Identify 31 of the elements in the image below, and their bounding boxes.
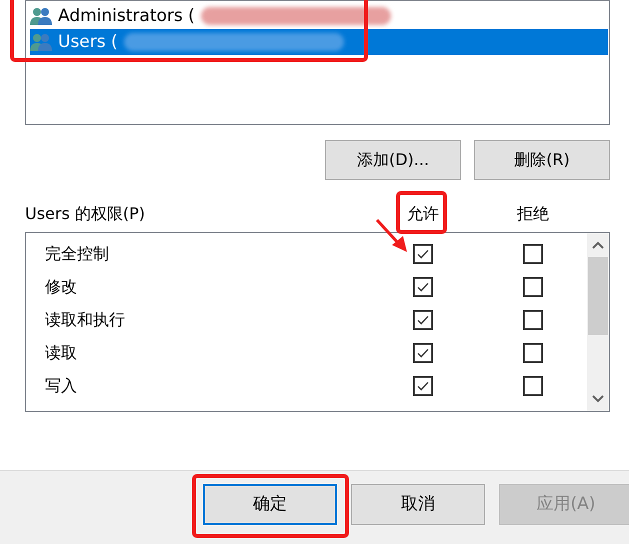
dialog-button[interactable]: 添加(D)... <box>325 140 461 180</box>
list-item[interactable]: Users ( <box>56 29 120 55</box>
dialog-button[interactable]: 取消 <box>351 484 485 525</box>
user-list[interactable]: Administrators ( Users ( <box>25 0 610 125</box>
checkbox[interactable] <box>523 342 543 362</box>
checkbox[interactable] <box>413 342 433 362</box>
checkbox[interactable] <box>523 276 543 296</box>
checkbox[interactable] <box>523 310 543 330</box>
checkbox[interactable] <box>523 244 543 264</box>
users-icon <box>30 6 52 26</box>
list-item[interactable]: Administrators ( <box>56 3 197 29</box>
highlight-frame <box>396 191 447 234</box>
permission-name: 读取 <box>44 342 78 364</box>
permission-name: 读取和执行 <box>44 308 126 330</box>
checkbox[interactable] <box>413 244 433 264</box>
permission-name: 修改 <box>44 276 78 298</box>
permissions-label: Users 的权限(P) <box>25 203 146 225</box>
permission-name: 写入 <box>44 374 78 396</box>
checkbox[interactable] <box>413 310 433 330</box>
column-header: 拒绝 <box>517 203 549 225</box>
dialog-button[interactable]: 删除(R) <box>474 140 610 180</box>
checkbox[interactable] <box>523 376 543 396</box>
column-header: 允许 <box>407 203 439 225</box>
checkbox[interactable] <box>413 276 433 296</box>
users-icon <box>30 32 52 52</box>
scrollbar[interactable] <box>587 233 609 411</box>
permission-name: 完全控制 <box>44 242 110 264</box>
checkbox[interactable] <box>413 376 433 396</box>
annotation-arrow <box>375 218 409 254</box>
dialog-button[interactable]: 确定 <box>203 484 337 525</box>
scroll-thumb[interactable] <box>588 257 608 335</box>
